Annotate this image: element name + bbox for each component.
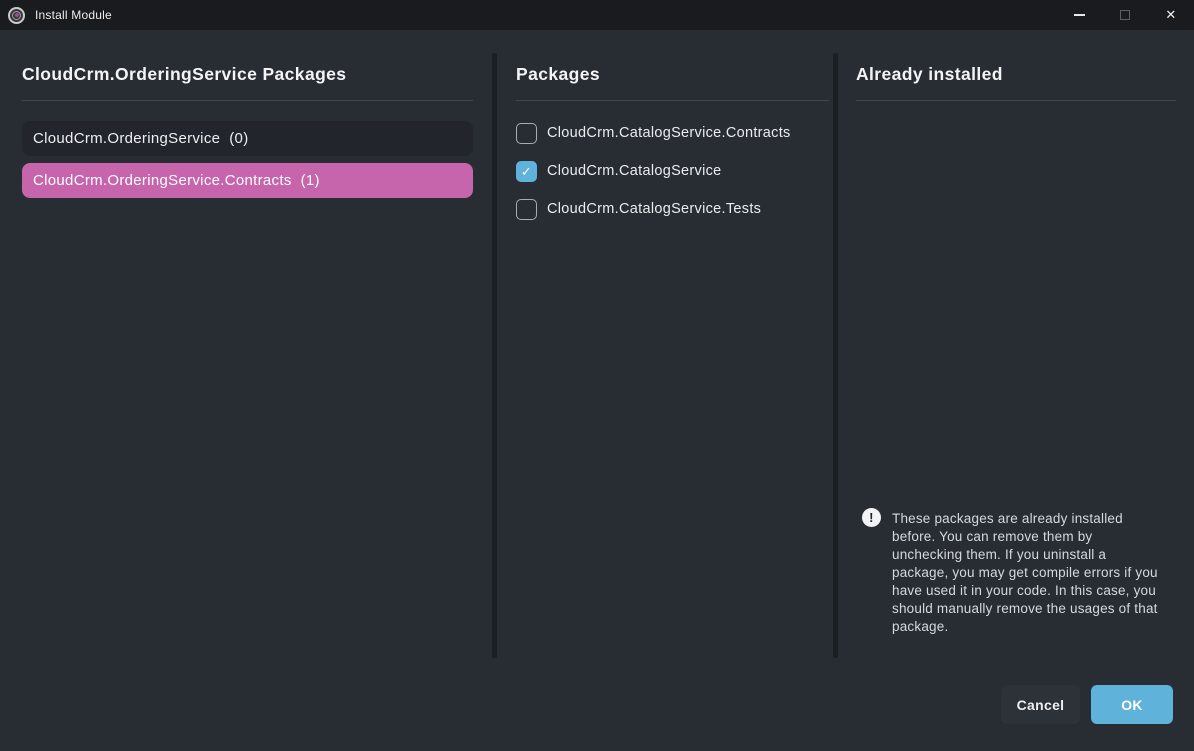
module-item-count: (1) bbox=[301, 172, 320, 189]
check-icon: ✓ bbox=[521, 165, 532, 178]
window-controls: ✕ bbox=[1056, 0, 1194, 30]
checkbox-catalogservice[interactable]: ✓ bbox=[516, 161, 537, 182]
minimize-icon bbox=[1074, 14, 1085, 16]
right-panel-divider bbox=[856, 100, 1176, 101]
warning-icon: ! bbox=[862, 508, 881, 527]
maximize-button[interactable] bbox=[1102, 0, 1148, 30]
module-item-orderingservice[interactable]: CloudCrm.OrderingService (0) bbox=[22, 121, 473, 156]
checkbox-catalogservice-contracts[interactable]: ✓ bbox=[516, 123, 537, 144]
close-button[interactable]: ✕ bbox=[1148, 0, 1194, 30]
package-label: CloudCrm.CatalogService.Tests bbox=[547, 201, 761, 217]
minimize-button[interactable] bbox=[1056, 0, 1102, 30]
checkbox-catalogservice-tests[interactable]: ✓ bbox=[516, 199, 537, 220]
left-panel-header: CloudCrm.OrderingService Packages bbox=[22, 64, 346, 88]
ok-button[interactable]: OK bbox=[1091, 685, 1173, 724]
already-installed-note: These packages are already installed bef… bbox=[892, 510, 1160, 636]
package-label: CloudCrm.CatalogService bbox=[547, 163, 722, 179]
module-item-label: CloudCrm.OrderingService bbox=[33, 130, 220, 147]
column-divider-right bbox=[833, 53, 838, 658]
module-item-label: CloudCrm.OrderingService.Contracts bbox=[33, 172, 292, 189]
cancel-button[interactable]: Cancel bbox=[1001, 685, 1080, 724]
package-row-catalogservice-tests[interactable]: ✓ CloudCrm.CatalogService.Tests bbox=[516, 198, 761, 220]
module-item-count: (0) bbox=[229, 130, 248, 147]
package-row-catalogservice-contracts[interactable]: ✓ CloudCrm.CatalogService.Contracts bbox=[516, 122, 791, 144]
maximize-icon bbox=[1120, 10, 1130, 20]
middle-panel-header: Packages bbox=[516, 64, 600, 88]
app-logo-icon bbox=[8, 7, 25, 24]
titlebar: Install Module ✕ bbox=[0, 0, 1194, 30]
package-row-catalogservice[interactable]: ✓ CloudCrm.CatalogService bbox=[516, 160, 722, 182]
left-panel-divider bbox=[22, 100, 473, 101]
close-icon: ✕ bbox=[1165, 7, 1176, 23]
module-item-orderingservice-contracts[interactable]: CloudCrm.OrderingService.Contracts (1) bbox=[22, 163, 473, 198]
right-panel-header: Already installed bbox=[856, 64, 1003, 88]
package-label: CloudCrm.CatalogService.Contracts bbox=[547, 125, 791, 141]
window-title: Install Module bbox=[35, 8, 112, 22]
middle-panel-divider bbox=[516, 100, 829, 101]
column-divider-left bbox=[492, 53, 497, 658]
